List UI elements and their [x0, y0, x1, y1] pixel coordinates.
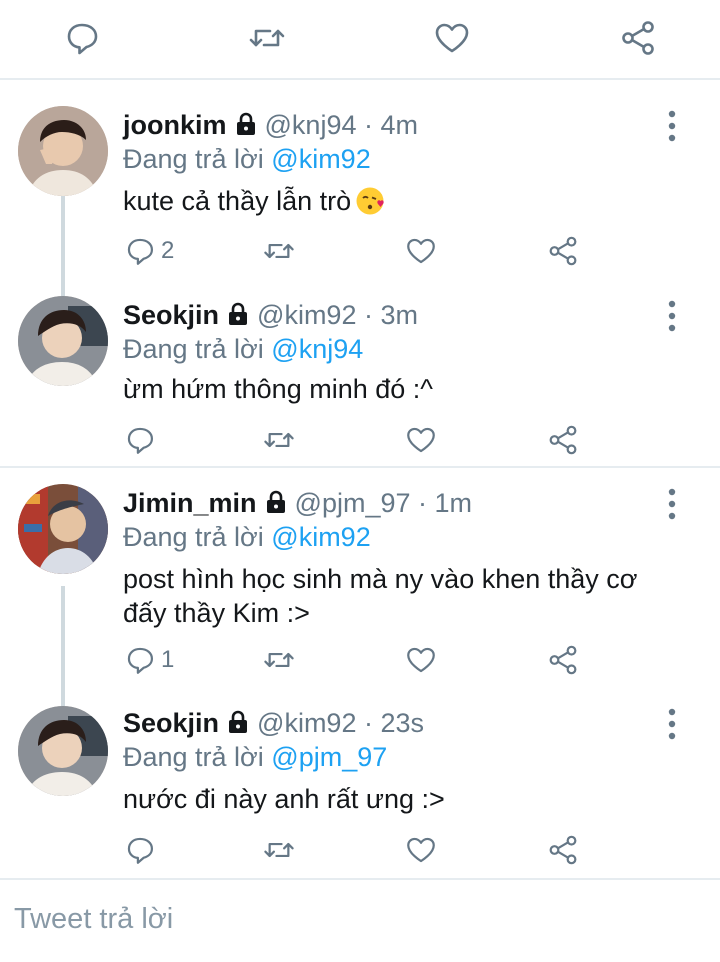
mention-link[interactable]: @kim92 [271, 522, 370, 552]
like-icon [407, 647, 435, 673]
tweet-text: nước đi này anh rất ưng :> [123, 784, 445, 814]
display-name[interactable]: joonkim [123, 110, 227, 140]
avatar[interactable] [18, 484, 108, 574]
more-options-icon[interactable] [660, 298, 684, 334]
handle-time: @pjm_97 · 1m [294, 488, 473, 518]
mention-link[interactable]: @kim92 [271, 144, 370, 174]
tweet-actions: 2 [0, 231, 720, 271]
retweet-button[interactable] [262, 231, 296, 271]
like-icon [407, 427, 435, 453]
handle-time: @knj94 · 4m [264, 110, 418, 140]
replying-prefix: Đang trả lời [123, 522, 264, 552]
reply-input[interactable] [14, 898, 694, 940]
retweet-button[interactable] [262, 830, 296, 870]
tweet-text-line: post hình học sinh mà ny vào khen thầy c… [123, 564, 638, 594]
avatar[interactable] [18, 296, 108, 386]
share-icon [549, 645, 577, 675]
more-options-icon[interactable] [660, 486, 684, 522]
reply-icon [127, 427, 154, 454]
tweet-text: ừm hứm thông minh đó :^ [123, 374, 433, 404]
reply-icon [127, 238, 154, 265]
tweet-actions [0, 420, 720, 460]
kissing-face-emoji-icon [356, 187, 384, 215]
mention-link[interactable]: @knj94 [271, 334, 363, 364]
share-button[interactable] [546, 640, 580, 680]
reply-button[interactable] [123, 420, 161, 460]
more-options-icon[interactable] [660, 108, 684, 144]
tweet-text: kute cả thầy lẫn trò [123, 184, 683, 218]
handle-time: @kim92 · 23s [257, 708, 424, 738]
handle-time: @kim92 · 3m [257, 300, 418, 330]
avatar[interactable] [18, 106, 108, 196]
tweet-4[interactable]: Seokjin @kim92 · 23s Đang trả lời @pjm_97… [0, 690, 720, 876]
retweet-button[interactable] [262, 640, 296, 680]
tweet-header: joonkim @knj94 · 4m [123, 110, 418, 141]
tweet-3[interactable]: Jimin_min @pjm_97 · 1m Đang trả lời @kim9… [0, 468, 720, 690]
replying-to: Đang trả lời @pjm_97 [123, 742, 387, 773]
tweet-text-line: đấy thầy Kim :> [123, 598, 310, 628]
share-button[interactable] [546, 830, 580, 870]
retweet-icon [264, 842, 294, 858]
share-button[interactable] [546, 420, 580, 460]
lock-icon [266, 490, 285, 513]
replying-prefix: Đang trả lời [123, 144, 264, 174]
tweet-actions [0, 830, 720, 870]
replying-to: Đang trả lời @knj94 [123, 334, 363, 365]
like-icon [407, 238, 435, 264]
reply-count: 2 [161, 237, 175, 264]
replying-to: Đang trả lời @kim92 [123, 144, 371, 175]
reply-button[interactable]: 2 [123, 231, 174, 271]
tweet-header: Seokjin @kim92 · 3m [123, 300, 418, 331]
retweet-icon [264, 243, 294, 259]
tweet-text: post hình học sinh mà ny vào khen thầy c… [123, 562, 683, 630]
reply-count: 1 [161, 646, 175, 673]
retweet-icon [264, 652, 294, 668]
share-icon [549, 835, 577, 865]
like-button[interactable] [404, 830, 438, 870]
more-options-icon[interactable] [660, 706, 684, 742]
tweet-2[interactable]: Seokjin @kim92 · 3m Đang trả lời @knj94 ừ… [0, 270, 720, 466]
share-icon[interactable] [618, 18, 658, 58]
top-action-bar [0, 0, 720, 80]
tweet-text-content: kute cả thầy lẫn trò [123, 186, 352, 216]
display-name[interactable]: Seokjin [123, 708, 219, 738]
replying-prefix: Đang trả lời [123, 742, 264, 772]
retweet-icon [264, 432, 294, 448]
like-button[interactable] [404, 640, 438, 680]
like-icon[interactable] [432, 18, 472, 58]
replying-to: Đang trả lời @kim92 [123, 522, 371, 553]
retweet-icon[interactable] [247, 18, 287, 58]
tweet-header: Seokjin @kim92 · 23s [123, 708, 424, 739]
like-button[interactable] [404, 420, 438, 460]
share-icon [549, 236, 577, 266]
like-button[interactable] [404, 231, 438, 271]
reply-composer [0, 878, 720, 962]
reply-icon [127, 647, 154, 674]
retweet-button[interactable] [262, 420, 296, 460]
reply-button[interactable]: 1 [123, 640, 174, 680]
lock-icon [229, 302, 248, 325]
reply-icon[interactable] [62, 18, 102, 58]
reply-icon [127, 837, 154, 864]
tweet-header: Jimin_min @pjm_97 · 1m [123, 488, 472, 519]
lock-icon [229, 710, 248, 733]
display-name[interactable]: Seokjin [123, 300, 219, 330]
display-name[interactable]: Jimin_min [123, 488, 257, 518]
tweet-1[interactable]: joonkim @knj94 · 4m Đang trả lời @kim92 k… [0, 80, 720, 270]
avatar[interactable] [18, 706, 108, 796]
share-icon [549, 425, 577, 455]
replying-prefix: Đang trả lời [123, 334, 264, 364]
reply-button[interactable] [123, 830, 161, 870]
tweet-actions: 1 [0, 640, 720, 680]
lock-icon [236, 112, 255, 135]
like-icon [407, 837, 435, 863]
mention-link[interactable]: @pjm_97 [271, 742, 387, 772]
share-button[interactable] [546, 231, 580, 271]
